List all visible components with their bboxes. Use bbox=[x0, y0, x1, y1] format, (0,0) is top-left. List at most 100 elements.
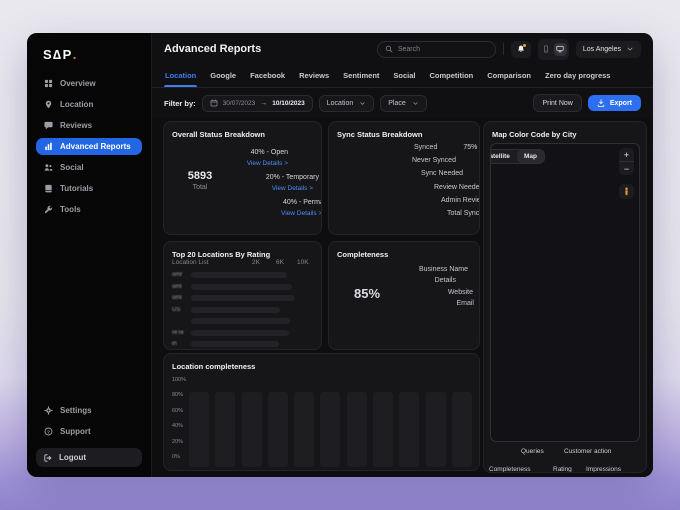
map-type-map-button[interactable]: Map bbox=[516, 150, 544, 163]
sync-status-row: Total Synced bbox=[447, 210, 480, 217]
completeness-field-label: Email bbox=[456, 300, 474, 307]
search-input[interactable]: Search bbox=[376, 40, 496, 58]
chevron-down-icon bbox=[626, 45, 634, 53]
print-now-button[interactable]: Print Now bbox=[533, 94, 582, 112]
sync-status-row: Admin Review bbox=[441, 197, 479, 204]
status-entry-label: 40% - Open bbox=[250, 149, 288, 156]
view-details-link[interactable]: View Details > bbox=[247, 160, 288, 167]
street-view-pegman[interactable] bbox=[619, 184, 634, 199]
filter-label: Filter by: bbox=[164, 98, 196, 108]
sidebar-item-label: Reviews bbox=[60, 121, 93, 130]
card-title: Completeness bbox=[337, 250, 389, 259]
tab-facebook[interactable]: Facebook bbox=[249, 71, 286, 87]
zoom-in-button[interactable]: + bbox=[619, 148, 634, 161]
sync-row-label: Sync Needed bbox=[421, 170, 464, 177]
sidebar-item-tools[interactable]: Tools bbox=[36, 201, 142, 218]
sidebar-item-reviews[interactable]: Reviews bbox=[36, 117, 142, 134]
tab-competition[interactable]: Competition bbox=[429, 71, 475, 87]
sync-status-row: Sync Needed bbox=[421, 170, 479, 177]
map-legend-item: Customer action bbox=[564, 448, 612, 455]
download-icon bbox=[597, 99, 605, 107]
location-list-label: Location List bbox=[172, 259, 209, 266]
sidebar-item-tutorials[interactable]: Tutorials bbox=[36, 180, 142, 197]
monitor-icon bbox=[556, 45, 564, 53]
header-divider bbox=[502, 43, 504, 55]
completeness-bar bbox=[399, 392, 420, 467]
filter-dropdown-place[interactable]: Place bbox=[380, 94, 427, 112]
rating-bar bbox=[191, 283, 293, 290]
notifications-button[interactable] bbox=[510, 40, 531, 58]
tab-social[interactable]: Social bbox=[392, 71, 416, 87]
completeness-bar bbox=[267, 392, 288, 467]
tab-comparison[interactable]: Comparison bbox=[486, 71, 532, 87]
sidebar-item-logout[interactable]: Logout bbox=[36, 448, 142, 467]
logout-label: Logout bbox=[59, 453, 87, 462]
gear-icon bbox=[44, 406, 53, 415]
sync-row-value: 75% bbox=[463, 144, 478, 151]
map-legend-item: Impressions bbox=[586, 466, 622, 473]
location-selector[interactable]: Los Angeles bbox=[575, 40, 641, 58]
card-title: Top 20 Locations By Rating bbox=[172, 250, 271, 259]
completeness-field-label: Details bbox=[434, 277, 456, 284]
sidebar-item-settings[interactable]: Settings bbox=[36, 402, 142, 419]
rating-bar bbox=[191, 295, 295, 301]
card-location-completeness: Location completeness 100% 80% 60% 40% 20% 0% bbox=[163, 353, 480, 471]
view-details-link[interactable]: View Details > bbox=[272, 185, 313, 192]
mobile-view-button[interactable] bbox=[540, 43, 553, 56]
completeness-field-label: Website bbox=[447, 289, 473, 296]
map-canvas[interactable]: SatelliteMap + − bbox=[490, 143, 640, 442]
view-details-link[interactable]: View Details > bbox=[281, 210, 321, 217]
total-value: 5893 bbox=[187, 170, 213, 182]
sidebar-item-label: Settings bbox=[60, 406, 92, 415]
completeness-bar bbox=[451, 392, 472, 467]
completeness-percent: 85% bbox=[353, 286, 381, 301]
arrow-right-icon: → bbox=[260, 99, 268, 107]
y-axis-tick: 0% bbox=[172, 454, 180, 460]
tab-sentiment[interactable]: Sentiment bbox=[342, 71, 380, 87]
date-range-picker[interactable]: 30/07/2023 → 10/10/2023 bbox=[201, 94, 313, 112]
chevron-down-icon bbox=[412, 100, 419, 107]
desktop-background: S∆P. Overview Location Reviews Advanced Rep… bbox=[0, 0, 680, 510]
map-legend-item: Queries bbox=[521, 448, 544, 455]
report-tabs: Location Google Facebook Reviews Sentiment So… bbox=[152, 65, 653, 88]
tab-google[interactable]: Google bbox=[209, 71, 237, 87]
card-top-locations-by-rating: Top 20 Locations By Rating Location List… bbox=[163, 241, 322, 350]
scale-label: 2K bbox=[252, 259, 260, 266]
reviews-icon bbox=[44, 121, 53, 130]
search-icon bbox=[385, 45, 393, 53]
bar-chart-plot bbox=[189, 354, 472, 467]
notification-dot bbox=[522, 43, 526, 47]
dropdown-label: Location bbox=[326, 99, 354, 107]
sync-row-label: Total Synced bbox=[447, 210, 480, 217]
status-entry-label: 20% - Temporary bbox=[265, 174, 319, 181]
sidebar-item-social[interactable]: Social bbox=[36, 159, 142, 176]
sidebar-item-support[interactable]: ? Support bbox=[36, 423, 142, 440]
sync-row-label: Admin Review bbox=[441, 197, 479, 204]
wrench-icon bbox=[44, 205, 53, 214]
sidebar-item-advanced-reports[interactable]: Advanced Reports bbox=[36, 138, 142, 155]
tab-zero-day-progress[interactable]: Zero day progress bbox=[544, 71, 611, 87]
zoom-out-button[interactable]: − bbox=[619, 162, 634, 175]
map-type-satellite-button[interactable]: Satellite bbox=[491, 150, 517, 163]
tab-reviews[interactable]: Reviews bbox=[298, 71, 330, 87]
completeness-field-label: Business Name bbox=[418, 266, 468, 273]
sidebar-item-label: Location bbox=[60, 100, 94, 109]
sidebar-item-location[interactable]: Location bbox=[36, 96, 142, 113]
location-selector-value: Los Angeles bbox=[582, 45, 621, 53]
tab-location[interactable]: Location bbox=[164, 71, 198, 87]
sync-status-row: Never Synced6 bbox=[412, 157, 479, 164]
completeness-bar bbox=[215, 392, 236, 467]
brand-logo: S∆P. bbox=[43, 47, 77, 62]
card-completeness: Completeness 85% Business Name Details Web… bbox=[328, 241, 480, 350]
card-title: Overall Status Breakdown bbox=[172, 130, 265, 139]
book-icon bbox=[44, 184, 53, 193]
filter-dropdown-location[interactable]: Location bbox=[318, 94, 375, 112]
desktop-view-button[interactable] bbox=[553, 42, 567, 56]
sidebar-item-overview[interactable]: Overview bbox=[36, 75, 142, 92]
sidebar: S∆P. Overview Location Reviews Advanced Rep… bbox=[27, 33, 152, 477]
location-label: reTe bbox=[172, 329, 184, 336]
sidebar-item-label: Tutorials bbox=[60, 184, 94, 193]
export-button[interactable]: Export bbox=[587, 95, 641, 111]
filter-bar: Filter by: 30/07/2023 → 10/10/2023 Locat… bbox=[152, 88, 653, 118]
sync-row-label: Review Needed bbox=[434, 184, 480, 191]
